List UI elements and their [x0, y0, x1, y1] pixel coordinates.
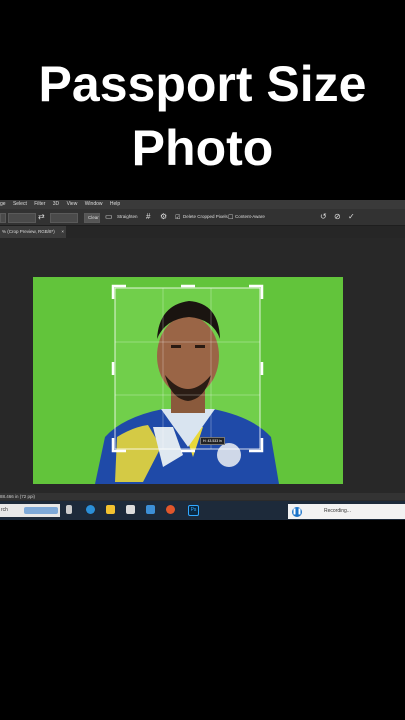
straighten-label: Straighten — [117, 214, 138, 219]
photoshop-window: ge Select Filter 3D View Window Help ⇄ C… — [0, 200, 405, 520]
crop-dimension-tooltip: H: 43.533 in — [200, 437, 225, 445]
menu-bar: ge Select Filter 3D View Window Help — [0, 200, 405, 209]
document-tab[interactable]: % (Crop Preview, RGB/8*) × — [0, 226, 66, 238]
status-text: 88.466 in (72 ppi) — [0, 494, 36, 499]
straighten-icon[interactable]: ▭ — [105, 212, 113, 222]
document-tab-row: % (Crop Preview, RGB/8*) × — [0, 226, 405, 238]
title-line-2: Photo — [131, 120, 274, 176]
canvas-area[interactable]: H: 43.533 in — [0, 238, 405, 493]
menu-item-filter[interactable]: Filter — [34, 201, 45, 207]
clear-button[interactable]: Clear — [84, 213, 100, 223]
recording-indicator[interactable]: ❚❚ Recording... — [288, 504, 405, 519]
gear-icon[interactable]: ⚙ — [160, 212, 167, 222]
content-aware-checkbox[interactable]: ☐ — [228, 213, 233, 223]
task-view-icon[interactable] — [66, 505, 72, 514]
search-highlight-image — [24, 507, 58, 514]
taskbar: rch Ps ❚❚ Recording... — [0, 501, 405, 520]
grid-overlay-icon[interactable]: # — [146, 212, 150, 222]
title-line-1: Passport Size — [38, 56, 367, 112]
reset-icon[interactable]: ↺ — [320, 212, 327, 222]
taskbar-search-text: rch — [1, 507, 8, 513]
pause-icon[interactable]: ❚❚ — [292, 507, 302, 517]
ratio-field[interactable] — [0, 213, 6, 223]
options-bar: ⇄ Clear ▭ Straighten # ⚙ ☑ Delete Croppe… — [0, 209, 405, 226]
menu-item-view[interactable]: View — [67, 201, 78, 207]
firefox-icon[interactable] — [166, 505, 175, 514]
document-tab-label: % (Crop Preview, RGB/8*) — [2, 229, 55, 234]
store-icon[interactable] — [126, 505, 135, 514]
menu-item-help[interactable]: Help — [110, 201, 120, 207]
content-aware-label: Content-Aware — [235, 214, 265, 219]
photo: H: 43.533 in — [33, 277, 343, 484]
menu-item-select[interactable]: Select — [13, 201, 27, 207]
delete-cropped-label: Delete Cropped Pixels — [183, 214, 228, 219]
menu-item-window[interactable]: Window — [85, 201, 103, 207]
width-field[interactable] — [8, 213, 36, 223]
photoshop-icon[interactable]: Ps — [188, 505, 199, 516]
height-field[interactable] — [50, 213, 78, 223]
taskbar-search[interactable]: rch — [0, 504, 60, 517]
close-icon[interactable]: × — [61, 226, 64, 238]
swap-icon[interactable]: ⇄ — [38, 212, 45, 222]
menu-item-3d[interactable]: 3D — [53, 201, 59, 207]
recording-label: Recording... — [324, 508, 351, 514]
cancel-icon[interactable]: ⊘ — [334, 212, 341, 222]
edge-browser-icon[interactable] — [86, 505, 95, 514]
delete-cropped-checkbox[interactable]: ☑ — [175, 213, 180, 223]
commit-check-icon[interactable]: ✓ — [348, 212, 355, 222]
menu-item-image[interactable]: ge — [0, 201, 6, 207]
mail-icon[interactable] — [146, 505, 155, 514]
status-bar: 88.466 in (72 ppi) — [0, 493, 405, 500]
person-photo — [33, 277, 343, 484]
file-explorer-icon[interactable] — [106, 505, 115, 514]
